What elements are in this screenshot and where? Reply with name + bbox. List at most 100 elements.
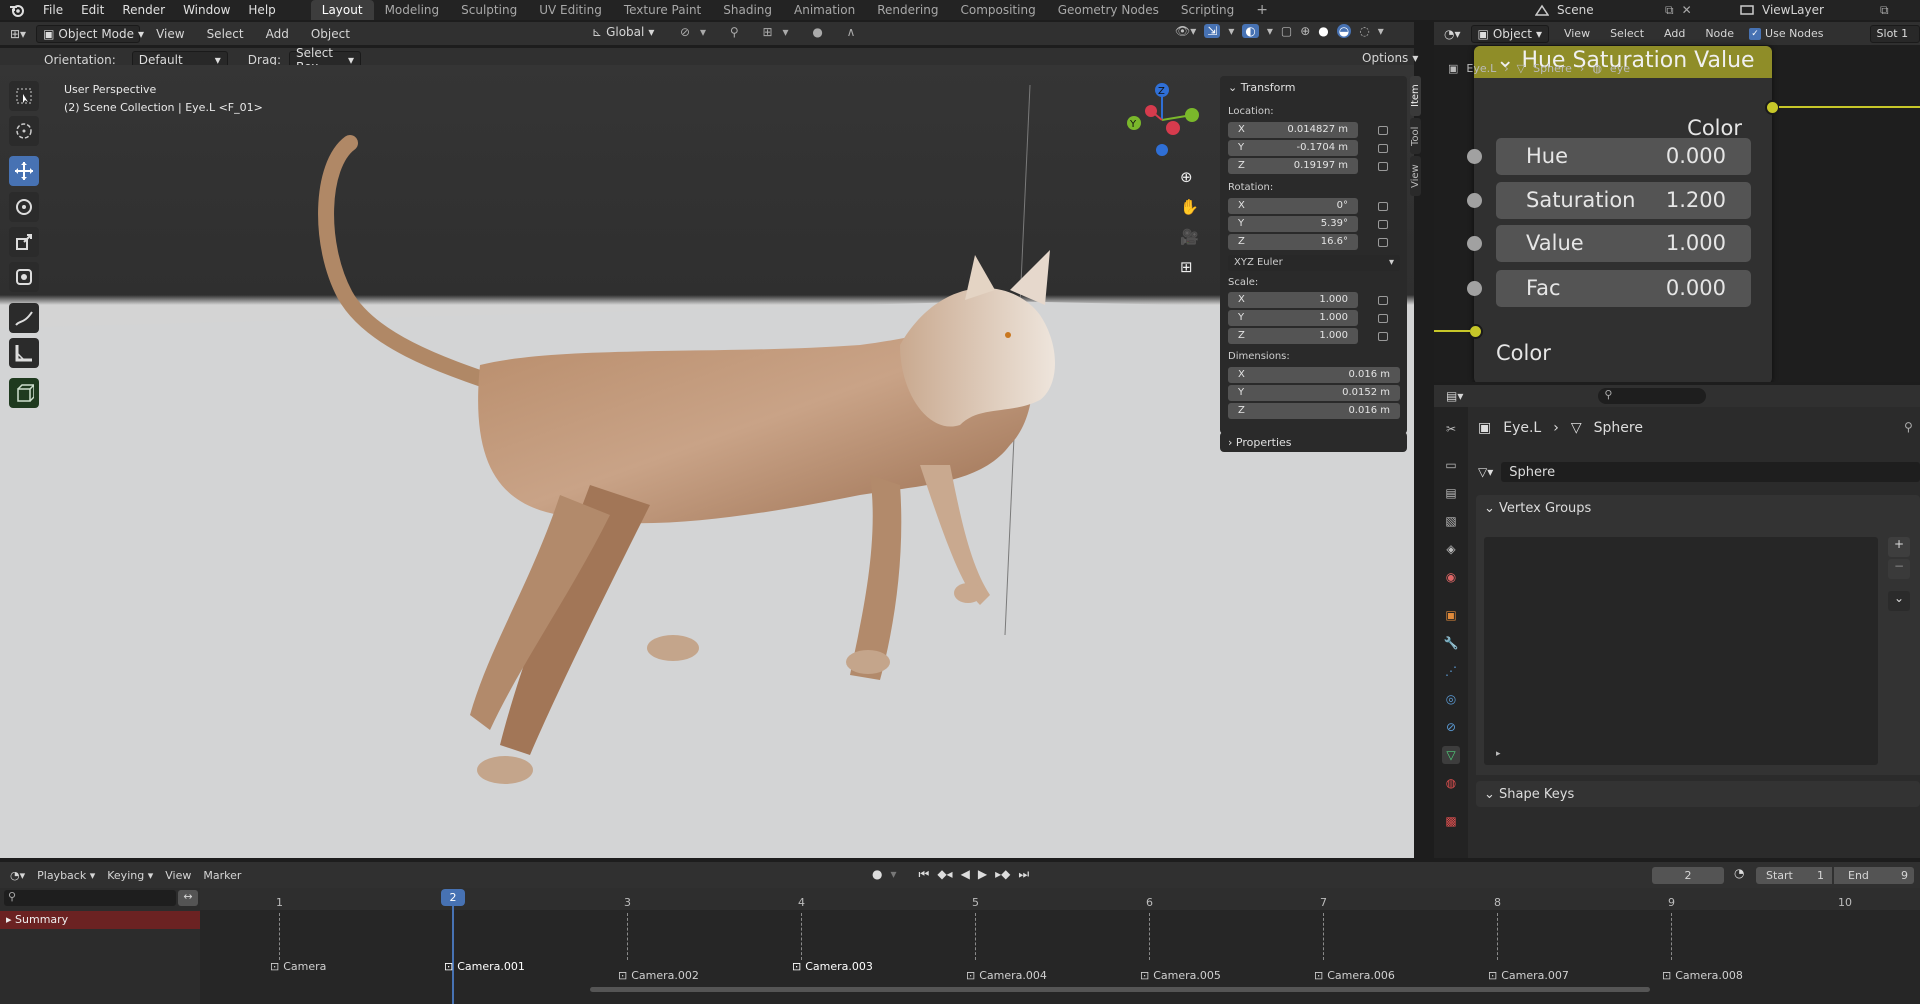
mesh-name-field[interactable]: Sphere	[1501, 462, 1920, 482]
xray-icon[interactable]: ▢	[1281, 24, 1292, 38]
copy-scene-icon[interactable]: ⧉	[1665, 3, 1674, 18]
shading-material-icon[interactable]: ◒	[1336, 24, 1352, 38]
fac-field[interactable]: Fac 0.000	[1496, 270, 1751, 307]
tool-properties-icon[interactable]: ✂	[1442, 420, 1460, 438]
select-box-tool[interactable]	[9, 81, 39, 111]
modifier-properties-icon[interactable]: 🔧	[1442, 634, 1460, 652]
end-frame-field[interactable]: End 9	[1834, 867, 1914, 884]
menu-render[interactable]: Render	[113, 3, 174, 17]
lock-icon[interactable]	[1378, 126, 1388, 135]
viewport-menu-view[interactable]: View	[150, 27, 190, 41]
rotate-tool[interactable]	[9, 192, 39, 222]
camera-marker[interactable]: ⊡ Camera.002	[618, 969, 699, 982]
jump-keyframe-forward-icon[interactable]: ▸◆	[995, 867, 1010, 882]
lock-icon[interactable]	[1378, 314, 1388, 323]
mesh-data-icon[interactable]: ▽▾	[1478, 465, 1493, 479]
shading-rendered-icon[interactable]: ◌	[1359, 24, 1369, 38]
gizmo-neg-z-axis[interactable]	[1156, 144, 1168, 156]
tab-modeling[interactable]: Modeling	[374, 0, 451, 20]
dimensions-y-field[interactable]: Y 0.0152 m	[1228, 385, 1400, 401]
copy-view-layer-icon[interactable]: ⧉	[1880, 3, 1889, 18]
lock-icon[interactable]	[1378, 144, 1388, 153]
output-color-socket[interactable]	[1765, 100, 1780, 115]
annotate-tool[interactable]	[9, 303, 39, 333]
zoom-view-icon[interactable]: ⊕	[1180, 168, 1200, 188]
hue-socket[interactable]	[1467, 149, 1482, 164]
viewport-menu-add[interactable]: Add	[260, 27, 295, 41]
editor-type-icon[interactable]: ◔▾	[1444, 27, 1461, 41]
scale-x-field[interactable]: X 1.000	[1228, 292, 1358, 308]
filter-toggle-icon[interactable]: ↔	[178, 890, 198, 906]
add-cube-tool[interactable]	[9, 378, 39, 408]
menu-edit[interactable]: Edit	[72, 3, 113, 17]
editor-type-icon[interactable]: ▤▾	[1446, 389, 1463, 403]
editor-type-icon[interactable]: ◔▾	[10, 869, 25, 882]
lock-icon[interactable]	[1378, 220, 1388, 229]
timeline-search-input[interactable]: ⚲	[4, 890, 176, 906]
transform-tool[interactable]	[9, 262, 39, 292]
value-socket[interactable]	[1467, 236, 1482, 251]
use-nodes-toggle[interactable]: ✓ Use Nodes	[1749, 27, 1824, 40]
jump-end-icon[interactable]: ⏭	[1018, 867, 1029, 882]
shape-keys-panel[interactable]: ⌄ Shape Keys	[1476, 781, 1920, 807]
physics-properties-icon[interactable]: ◎	[1442, 690, 1460, 708]
rotation-y-field[interactable]: Y 5.39°	[1228, 216, 1358, 232]
jump-keyframe-back-icon[interactable]: ◆◂	[937, 867, 952, 882]
current-frame-indicator[interactable]: 2	[441, 889, 465, 906]
scale-z-field[interactable]: Z 1.000	[1228, 328, 1358, 344]
timeline-editor[interactable]: ◔▾ Playback ▾ Keying ▾ View Marker ● ▾ ⏮ …	[0, 862, 1920, 1004]
tab-layout[interactable]: Layout	[310, 0, 374, 20]
camera-marker[interactable]: ⊡ Camera.001	[444, 960, 525, 973]
camera-view-icon[interactable]: 🎥	[1180, 228, 1200, 248]
tab-texture-paint[interactable]: Texture Paint	[613, 0, 712, 20]
lock-icon[interactable]	[1378, 162, 1388, 171]
tab-uv-editing[interactable]: UV Editing	[528, 0, 613, 20]
camera-marker[interactable]: ⊡ Camera.006	[1314, 969, 1395, 982]
camera-marker[interactable]: ⊡ Camera.008	[1662, 969, 1743, 982]
tab-sculpting[interactable]: Sculpting	[450, 0, 528, 20]
timeline-menu-marker[interactable]: Marker	[203, 869, 241, 882]
cursor-tool[interactable]	[9, 116, 39, 146]
viewport-overlay-tools[interactable]: 👁▾ ⇲ ▾ ◐ ▾ ▢ ⊕ ● ◒ ◌ ▾	[1175, 24, 1384, 38]
node-menu-node[interactable]: Node	[1700, 27, 1739, 40]
camera-marker[interactable]: ⊡ Camera	[270, 960, 326, 973]
fac-socket[interactable]	[1467, 281, 1482, 296]
mesh-data-properties-icon[interactable]: ▽	[1442, 746, 1460, 764]
scene-name[interactable]: Scene	[1557, 3, 1657, 17]
view-layer-properties-icon[interactable]: ▧	[1442, 512, 1460, 530]
visibility-icon[interactable]: 👁▾	[1175, 24, 1196, 38]
add-workspace-icon[interactable]: +	[1245, 0, 1279, 20]
hue-field[interactable]: Hue 0.000	[1496, 138, 1751, 175]
view-layer-name[interactable]: ViewLayer	[1762, 3, 1872, 17]
scene-selector[interactable]: Scene ⧉ ✕	[1535, 0, 1692, 20]
pan-view-icon[interactable]: ✋	[1180, 198, 1200, 218]
pivot-snap-tools[interactable]: ⊘▾ ⚲ ⊞▾ ● ∧	[680, 25, 865, 39]
lock-icon[interactable]	[1378, 332, 1388, 341]
playback-menu[interactable]: Playback ▾	[37, 869, 95, 882]
saturation-socket[interactable]	[1467, 193, 1482, 208]
camera-marker[interactable]: ⊡ Camera.004	[966, 969, 1047, 982]
gizmo-x-axis[interactable]	[1145, 105, 1157, 117]
vertex-group-specials-icon[interactable]: ⌄	[1888, 591, 1910, 611]
object-properties-icon[interactable]: ▣	[1442, 606, 1460, 624]
render-properties-icon[interactable]: ▭	[1442, 456, 1460, 474]
record-icon[interactable]: ●	[872, 867, 882, 882]
dimensions-x-field[interactable]: X 0.016 m	[1228, 367, 1400, 383]
camera-marker[interactable]: ⊡ Camera.005	[1140, 969, 1221, 982]
slot-dropdown[interactable]: Slot 1	[1869, 24, 1920, 43]
keying-menu[interactable]: Keying ▾	[107, 869, 153, 882]
options-button[interactable]: Options ▾	[1362, 51, 1418, 65]
location-z-field[interactable]: Z 0.19197 m	[1228, 158, 1358, 174]
rotation-mode-dropdown[interactable]: XYZ Euler ▾	[1228, 255, 1400, 271]
transform-orientation-label[interactable]: Global	[606, 25, 644, 39]
current-frame-field[interactable]: 2	[1652, 867, 1724, 884]
particle-properties-icon[interactable]: ⋰	[1442, 662, 1460, 680]
camera-marker[interactable]: ⊡ Camera.007	[1488, 969, 1569, 982]
tab-shading[interactable]: Shading	[712, 0, 783, 20]
scene-properties-icon[interactable]: ◈	[1442, 540, 1460, 558]
tab-animation[interactable]: Animation	[783, 0, 866, 20]
tab-rendering[interactable]: Rendering	[866, 0, 949, 20]
rotation-x-field[interactable]: X 0°	[1228, 198, 1358, 214]
rotation-z-field[interactable]: Z 16.6°	[1228, 234, 1358, 250]
vertex-groups-listbox[interactable]	[1484, 537, 1878, 765]
